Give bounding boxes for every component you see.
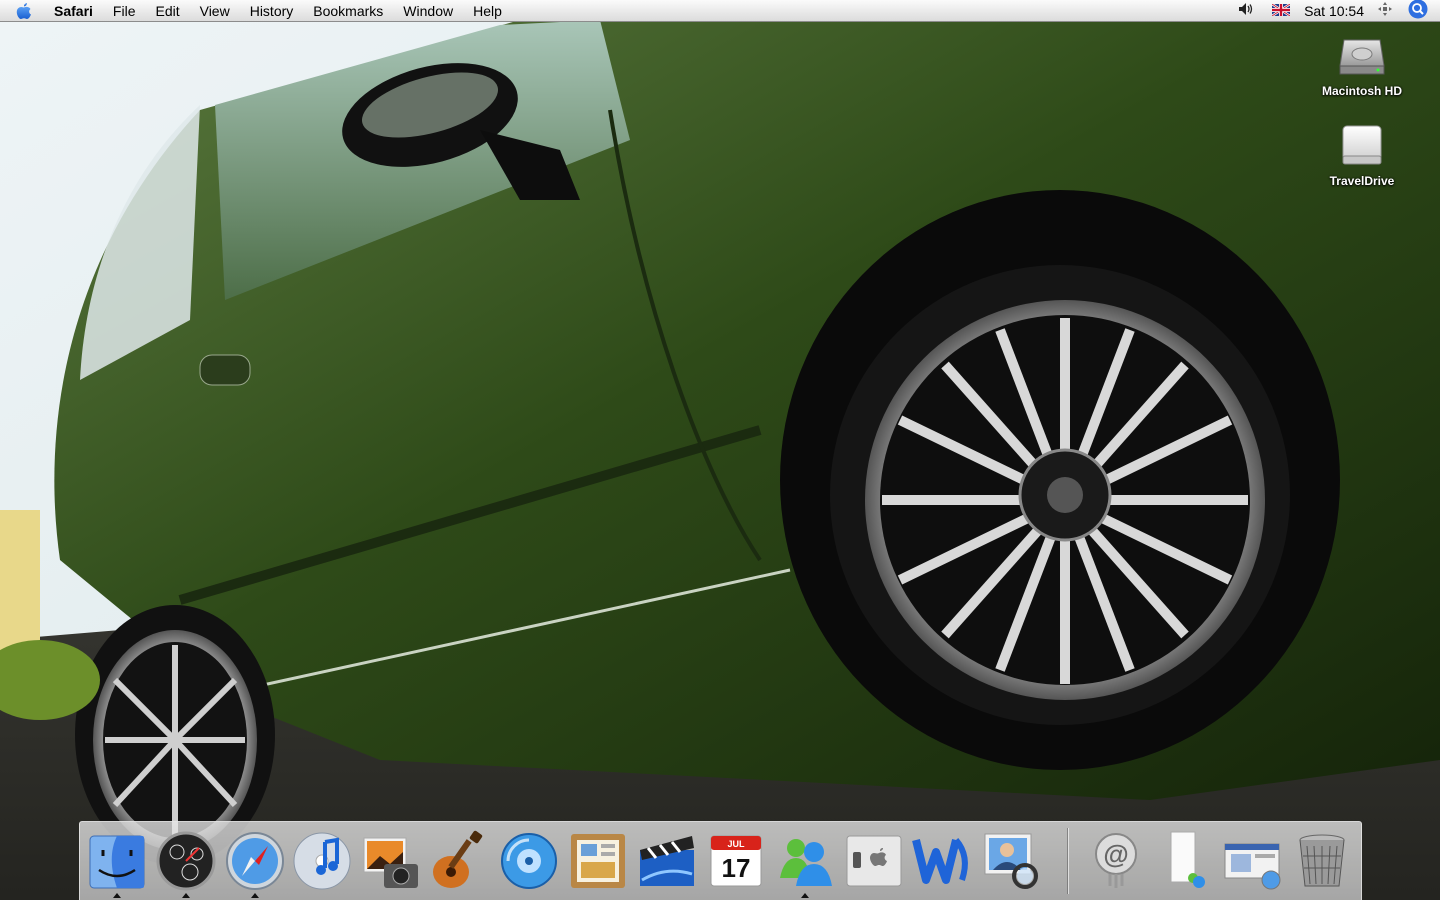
menu-bar: Safari File Edit View History Bookmarks … <box>0 0 1440 22</box>
dock-dashboard[interactable] <box>155 830 217 892</box>
word-icon <box>912 838 968 884</box>
dock-imovie[interactable] <box>636 830 698 892</box>
dock-garageband[interactable] <box>427 830 489 892</box>
trash-icon <box>1299 834 1345 887</box>
dock-iphoto[interactable] <box>360 830 422 892</box>
desktop-icon-macintosh-hd[interactable]: Macintosh HD <box>1307 32 1417 98</box>
idvd-icon <box>501 833 557 889</box>
dock-downloads-stack[interactable] <box>1221 830 1283 892</box>
dock-messenger[interactable] <box>774 830 836 892</box>
menu-history[interactable]: History <box>240 0 304 22</box>
volume-icon[interactable] <box>1238 2 1254 19</box>
menu-help[interactable]: Help <box>463 0 512 22</box>
running-indicator <box>801 893 809 898</box>
desktop-wallpaper <box>0 0 1440 900</box>
dock-preview[interactable] <box>981 830 1043 892</box>
bootcamp-icon <box>846 835 902 887</box>
desktop-icon-traveldrive[interactable]: TravelDrive <box>1307 122 1417 188</box>
dock: JUL 17 @ <box>79 821 1362 900</box>
messenger-icon <box>780 839 832 886</box>
ical-month: JUL <box>727 839 745 849</box>
running-indicator <box>113 893 121 898</box>
apple-menu-icon[interactable] <box>16 2 36 20</box>
garageband-icon <box>433 830 483 888</box>
menu-window[interactable]: Window <box>393 0 463 22</box>
svg-text:@: @ <box>1103 839 1128 869</box>
preview-icon <box>984 833 1038 889</box>
dock-trash[interactable] <box>1291 830 1353 892</box>
spaces-icon[interactable] <box>1378 2 1392 19</box>
desktop-icon-label: TravelDrive <box>1329 174 1395 188</box>
finder-icon <box>89 835 145 889</box>
dock-finder[interactable] <box>86 830 148 892</box>
itunes-icon <box>293 832 351 890</box>
ical-icon: JUL 17 <box>710 835 762 887</box>
documents-icon <box>1170 831 1205 888</box>
menu-view[interactable]: View <box>190 0 240 22</box>
menu-app-safari[interactable]: Safari <box>54 0 103 22</box>
menu-extras: Sat 10:54 <box>1224 0 1440 22</box>
spotlight-icon[interactable] <box>1408 0 1428 22</box>
dock-safari[interactable] <box>224 830 286 892</box>
safari-icon <box>226 832 284 890</box>
dock-iweb[interactable] <box>567 830 629 892</box>
menu-edit[interactable]: Edit <box>145 0 189 22</box>
desktop-icon-label: Macintosh HD <box>1321 84 1402 98</box>
menu-clock[interactable]: Sat 10:54 <box>1304 3 1364 19</box>
uk-flag-icon[interactable] <box>1271 2 1291 19</box>
dock-mail-stack[interactable]: @ <box>1085 830 1147 892</box>
external-drive-icon <box>1338 122 1386 170</box>
dock-bootcamp[interactable] <box>843 830 905 892</box>
dock-itunes[interactable] <box>291 830 353 892</box>
running-indicator <box>182 893 190 898</box>
imovie-icon <box>640 836 694 886</box>
dock-documents-stack[interactable] <box>1155 830 1217 892</box>
dock-separator <box>1067 828 1068 894</box>
dock-ical[interactable]: JUL 17 <box>705 830 767 892</box>
ical-day: 17 <box>722 853 751 883</box>
at-sign-icon: @ <box>1095 833 1137 888</box>
dock-idvd[interactable] <box>498 830 560 892</box>
dashboard-icon <box>156 831 216 891</box>
menu-bookmarks[interactable]: Bookmarks <box>303 0 393 22</box>
running-indicator <box>251 893 259 898</box>
menu-file[interactable]: File <box>103 0 146 22</box>
iphoto-icon <box>363 837 418 888</box>
downloads-icon <box>1224 843 1281 890</box>
hard-drive-icon <box>1338 32 1386 80</box>
dock-word[interactable] <box>912 830 974 892</box>
iweb-icon <box>571 834 625 888</box>
